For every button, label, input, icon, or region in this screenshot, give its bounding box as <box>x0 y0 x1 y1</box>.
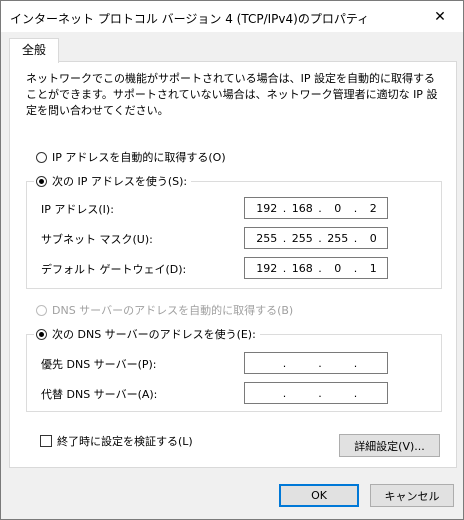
ip-manual-radio-circle <box>36 175 47 187</box>
alternate-dns-input[interactable]: . . . <box>244 382 388 404</box>
validate-label: 終了時に設定を検証する(L) <box>57 435 193 448</box>
default-gateway-label: デフォルト ゲートウェイ(D): <box>41 263 187 276</box>
default-gateway-input[interactable]: 192. 168. 0. 1 <box>244 257 388 279</box>
ip-auto-radio-circle <box>36 151 47 163</box>
subnet-mask-label: サブネット マスク(U): <box>41 233 153 246</box>
dns-auto-radio-circle <box>36 304 47 316</box>
dns-manual-label: 次の DNS サーバーのアドレスを使う(E): <box>52 328 256 341</box>
dns-manual-radio[interactable]: 次の DNS サーバーのアドレスを使う(E): <box>34 326 260 342</box>
validate-checkbox-box <box>40 435 52 447</box>
cancel-button[interactable]: キャンセル <box>370 484 454 507</box>
preferred-dns-input[interactable]: . . . <box>244 352 388 374</box>
close-icon: ✕ <box>434 8 446 25</box>
ip-address-label: IP アドレス(I): <box>41 203 114 216</box>
general-tab-panel: ネットワークでこの機能がサポートされている場合は、IP 設定を自動的に取得するこ… <box>9 61 457 468</box>
ip-auto-radio[interactable]: IP アドレスを自動的に取得する(O) <box>36 149 226 165</box>
alternate-dns-label: 代替 DNS サーバー(A): <box>41 388 158 401</box>
dns-auto-radio[interactable]: DNS サーバーのアドレスを自動的に取得する(B) <box>36 302 293 318</box>
title-bar: インターネット プロトコル バージョン 4 (TCP/IPv4)のプロパティ ✕ <box>1 1 463 32</box>
dns-auto-label: DNS サーバーのアドレスを自動的に取得する(B) <box>52 304 294 317</box>
subnet-mask-input[interactable]: 255. 255. 255. 0 <box>244 227 388 249</box>
ip-address-input[interactable]: 192. 168. 0. 2 <box>244 197 388 219</box>
close-button[interactable]: ✕ <box>417 1 463 32</box>
ip-manual-label: 次の IP アドレスを使う(S): <box>52 175 188 188</box>
description-text: ネットワークでこの機能がサポートされている場合は、IP 設定を自動的に取得するこ… <box>26 72 438 117</box>
properties-dialog: インターネット プロトコル バージョン 4 (TCP/IPv4)のプロパティ ✕… <box>0 0 464 520</box>
window-title: インターネット プロトコル バージョン 4 (TCP/IPv4)のプロパティ <box>10 12 370 26</box>
dns-manual-radio-circle <box>36 328 47 340</box>
ip-auto-label: IP アドレスを自動的に取得する(O) <box>52 151 226 164</box>
ok-button[interactable]: OK <box>279 484 359 507</box>
preferred-dns-label: 優先 DNS サーバー(P): <box>41 358 157 371</box>
dns-groupbox: 優先 DNS サーバー(P): . . . 代替 DNS サーバー(A): . … <box>26 334 442 412</box>
ip-groupbox: IP アドレス(I): 192. 168. 0. 2 サブネット マスク(U):… <box>26 181 442 289</box>
ip-manual-radio[interactable]: 次の IP アドレスを使う(S): <box>34 173 192 189</box>
validate-on-exit-checkbox[interactable]: 終了時に設定を検証する(L) <box>40 433 193 449</box>
tab-general[interactable]: 全般 <box>9 38 59 63</box>
advanced-button[interactable]: 詳細設定(V)... <box>339 434 440 457</box>
